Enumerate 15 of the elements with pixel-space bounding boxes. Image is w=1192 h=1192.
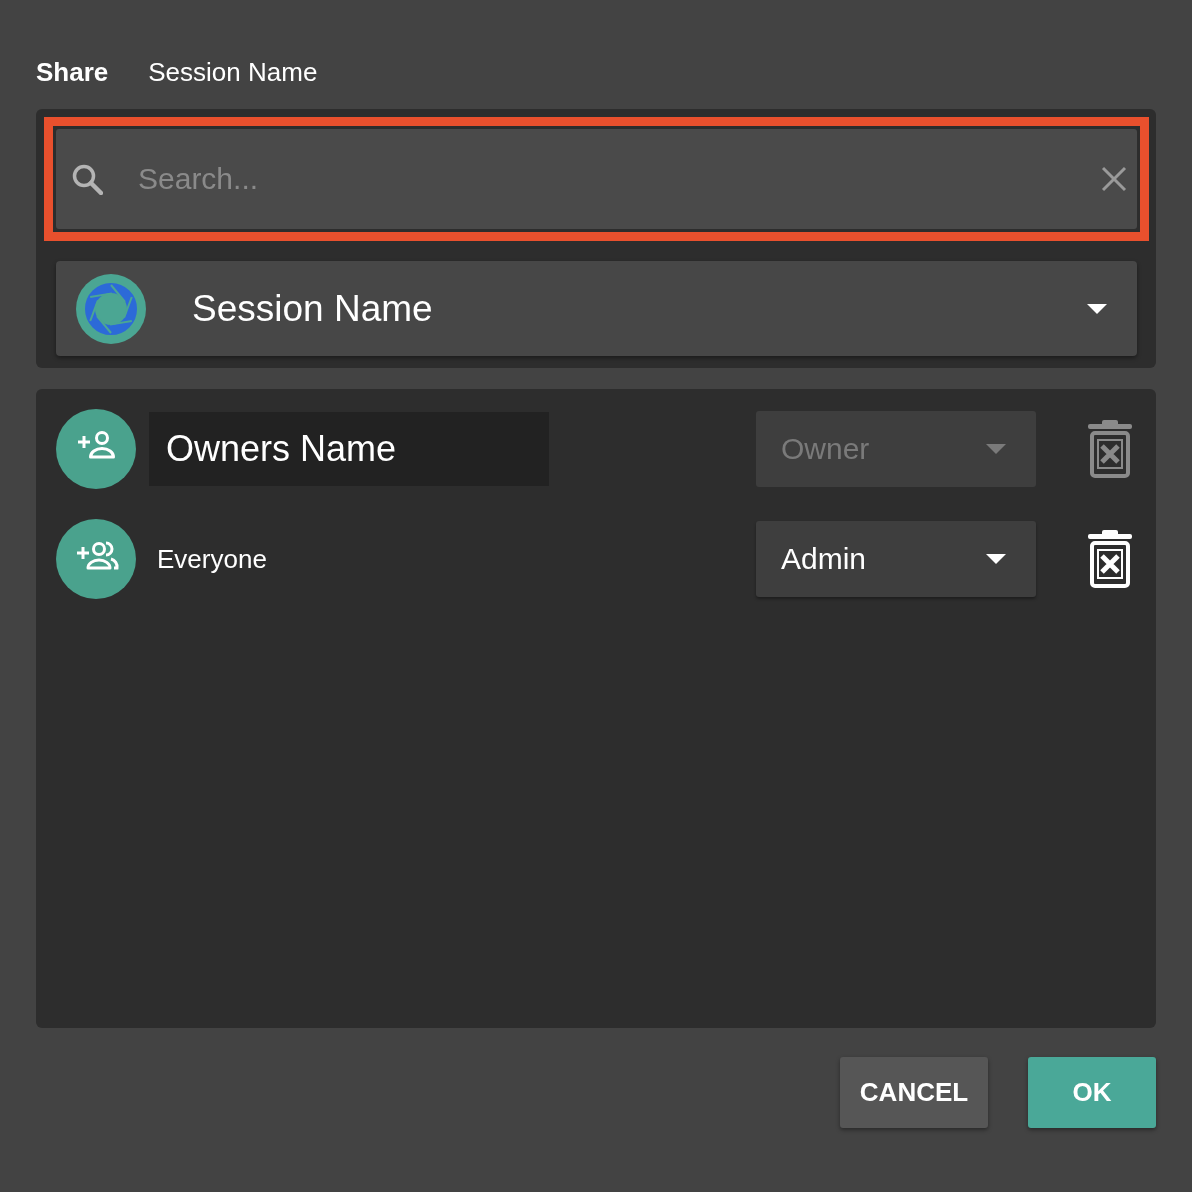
role-dropdown[interactable]: Admin (756, 521, 1036, 597)
person-add-icon (56, 409, 136, 489)
member-name: Everyone (157, 543, 267, 575)
aperture-logo-icon (76, 273, 146, 344)
cancel-button[interactable]: CANCEL (840, 1057, 988, 1128)
search-icon (71, 163, 103, 195)
dialog-subtitle: Session Name (148, 56, 318, 88)
group-add-icon (56, 519, 136, 599)
dialog-title: Share (36, 56, 109, 88)
caret-icon (986, 554, 1006, 564)
close-icon[interactable] (1101, 166, 1127, 192)
trash-icon[interactable] (1088, 530, 1132, 588)
session-dropdown[interactable]: Session Name (56, 261, 1137, 356)
caret-icon (986, 444, 1006, 454)
caret-icon (1087, 303, 1107, 314)
